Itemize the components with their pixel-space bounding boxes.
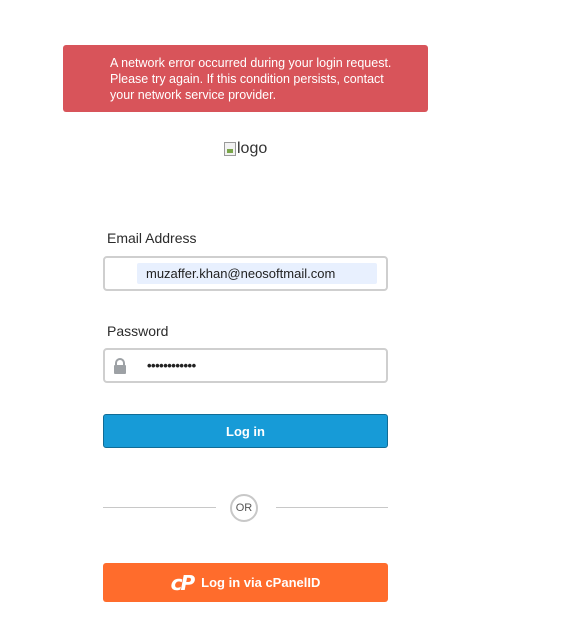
divider-right [276,507,388,508]
lock-icon [105,350,135,381]
or-separator: OR [230,494,258,522]
error-message: A network error occurred during your log… [110,56,392,102]
cpanel-button-label: Log in via cPanelID [201,575,321,590]
broken-image-icon [224,142,236,156]
password-value[interactable]: •••••••••••• [147,356,196,375]
password-field[interactable]: •••••••••••• [103,348,388,383]
email-field[interactable]: muzaffer.khan@neosoftmail.com [103,256,388,291]
cpanel-login-button[interactable]: cP Log in via cPanelID [103,563,388,602]
password-label: Password [107,323,169,339]
error-banner: A network error occurred during your log… [63,45,428,112]
divider-left [103,507,216,508]
email-value[interactable]: muzaffer.khan@neosoftmail.com [137,263,377,284]
login-button[interactable]: Log in [103,414,388,448]
email-label: Email Address [107,230,197,246]
logo: logo [224,139,267,159]
logo-alt-text: logo [237,140,268,157]
cpanel-logo-icon: cP [170,570,195,595]
